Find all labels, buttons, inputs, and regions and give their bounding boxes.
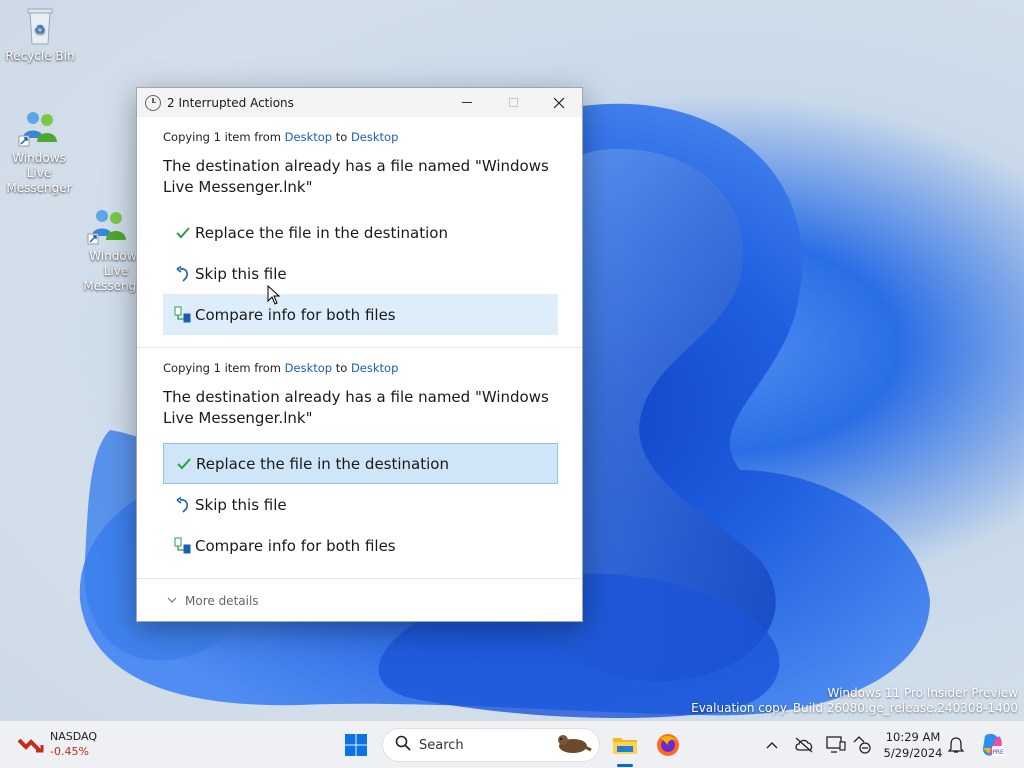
compare-files-icon [172, 536, 194, 556]
replace-option[interactable]: Replace the file in the destination [163, 443, 558, 484]
dialog-titlebar[interactable]: 2 Interrupted Actions [137, 88, 582, 117]
search-icon [395, 735, 411, 755]
undo-arrow-icon [172, 264, 194, 284]
evaluation-watermark: Windows 11 Pro Insider Preview Evaluatio… [691, 686, 1018, 716]
taskbar-search-box[interactable]: Search [382, 728, 600, 762]
conflict-message: The destination already has a file named… [163, 157, 549, 196]
copy-prefix: Copying 1 item from [163, 361, 281, 375]
conflict-separator [137, 347, 582, 348]
conflict-message: The destination already has a file named… [163, 388, 549, 427]
desktop-icon-messenger-1[interactable]: Windows Live Messenger [0, 108, 79, 196]
watermark-line-2: Evaluation copy. Build 26080.ge_release.… [691, 701, 1018, 715]
compare-files-icon [172, 305, 194, 325]
mouse-cursor-icon [267, 285, 281, 305]
undo-arrow-icon [172, 495, 194, 515]
svg-text:PRE: PRE [992, 749, 1004, 756]
maximize-icon [508, 98, 518, 107]
option-label: Skip this file [195, 264, 287, 283]
source-link[interactable]: Desktop [285, 361, 332, 375]
conflict-1: Copying 1 item from Desktop to Desktop T… [137, 130, 582, 335]
compare-option[interactable]: Compare info for both files [163, 525, 558, 566]
more-details-label: More details [185, 593, 259, 608]
replace-option[interactable]: Replace the file in the destination [163, 212, 558, 253]
option-label: Compare info for both files [195, 305, 396, 324]
firefox-icon [657, 734, 679, 756]
copilot-icon: PRE [982, 733, 1004, 756]
stock-widget[interactable]: NASDAQ -0.45% [18, 729, 97, 759]
network-volume-button[interactable] [850, 733, 874, 757]
interrupted-actions-dialog: 2 Interrupted Actions Copying 1 item fro… [136, 87, 583, 622]
clock-time: 10:29 AM [885, 730, 941, 744]
option-label: Replace the file in the destination [195, 223, 448, 242]
cloud-offline-icon [795, 737, 813, 753]
desktop-icon-label: Recycle Bin [5, 49, 75, 63]
source-link[interactable]: Desktop [285, 130, 332, 144]
taskbar: NASDAQ -0.45% Search 10:29 AM 5/29/2024 … [0, 720, 1024, 768]
destination-link[interactable]: Desktop [351, 361, 398, 375]
dialog-title: 2 Interrupted Actions [167, 95, 294, 110]
more-details-toggle[interactable]: More details [137, 578, 582, 622]
clock-icon [145, 94, 161, 111]
messenger-buddies-icon [17, 108, 61, 148]
close-icon [553, 97, 565, 108]
checkmark-icon [172, 223, 194, 243]
copy-prefix: Copying 1 item from [163, 130, 281, 144]
option-label: Replace the file in the destination [196, 454, 449, 473]
monitor-icon [826, 736, 846, 753]
desktop-icon-recycle-bin[interactable]: ♻ Recycle Bin [0, 6, 80, 64]
notifications-button[interactable] [944, 733, 968, 757]
chevron-down-icon [167, 595, 177, 606]
active-app-indicator [617, 764, 633, 767]
copy-description: Copying 1 item from Desktop to Desktop [163, 130, 556, 146]
close-button[interactable] [536, 88, 582, 117]
stock-trend-icon [18, 738, 44, 753]
to-word: to [335, 130, 348, 144]
messenger-buddies-icon [86, 206, 130, 246]
to-word: to [335, 361, 348, 375]
option-label: Compare info for both files [195, 536, 396, 555]
network-disconnected-icon [853, 736, 871, 754]
skip-option[interactable]: Skip this file [163, 253, 558, 294]
stock-change: -0.45% [50, 745, 89, 758]
stock-name: NASDAQ [50, 730, 98, 743]
conflict-2: Copying 1 item from Desktop to Desktop T… [137, 361, 582, 566]
desktop-icon-label: Windows Live Messenger [83, 249, 140, 293]
copilot-button[interactable]: PRE [978, 731, 1006, 759]
firefox-button[interactable] [650, 727, 686, 763]
desktop-icon-messenger-2[interactable]: Windows Live Messenger [76, 206, 140, 294]
chevron-up-icon [766, 742, 778, 749]
copy-description: Copying 1 item from Desktop to Desktop [163, 361, 556, 377]
clock-date: 5/29/2024 [883, 746, 943, 760]
otter-search-highlight-icon [553, 730, 593, 760]
compare-option[interactable]: Compare info for both files [163, 294, 558, 335]
search-placeholder: Search [419, 737, 464, 753]
windows-logo-icon [345, 734, 367, 756]
file-explorer-button[interactable] [607, 727, 643, 763]
recycle-bin-icon: ♻ [18, 6, 62, 46]
onedrive-button[interactable] [792, 733, 816, 757]
maximize-button [490, 88, 536, 117]
show-hidden-icons-button[interactable] [760, 733, 784, 757]
display-button[interactable] [824, 733, 848, 757]
folder-icon [613, 738, 637, 754]
svg-text:♻: ♻ [34, 23, 46, 38]
minimize-icon [462, 102, 472, 103]
bell-icon [948, 737, 964, 753]
watermark-line-1: Windows 11 Pro Insider Preview [827, 686, 1018, 700]
desktop-icon-label: Windows Live Messenger [6, 151, 72, 195]
minimize-button[interactable] [444, 88, 490, 117]
start-button[interactable] [338, 727, 374, 763]
skip-option[interactable]: Skip this file [163, 484, 558, 525]
option-label: Skip this file [195, 495, 287, 514]
checkmark-icon [173, 454, 195, 474]
destination-link[interactable]: Desktop [351, 130, 398, 144]
taskbar-clock[interactable]: 10:29 AM 5/29/2024 [878, 729, 948, 761]
